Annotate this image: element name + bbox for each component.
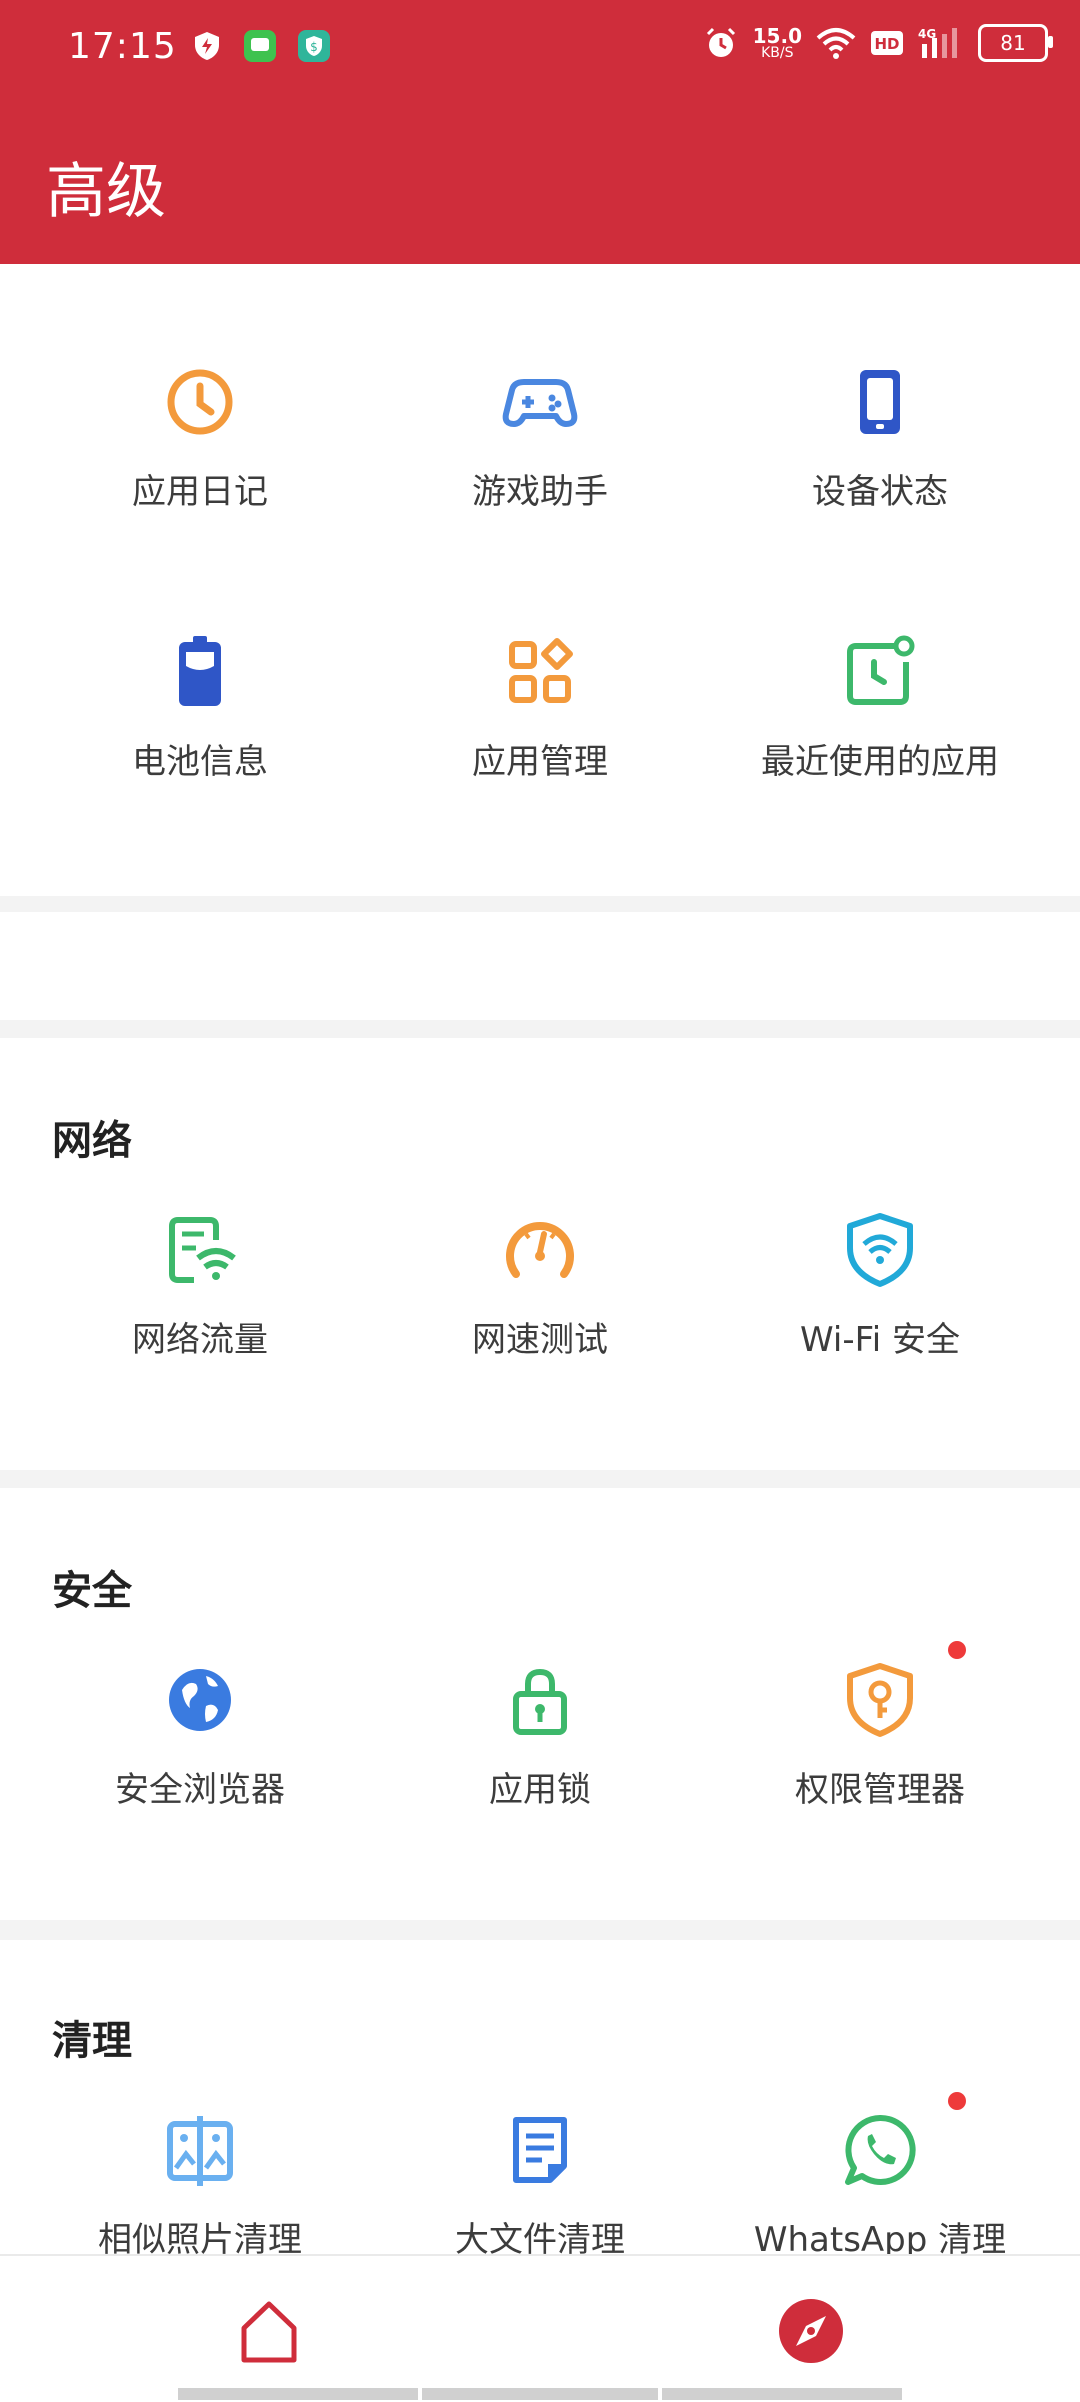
tool-label: 电池信息	[132, 742, 268, 782]
clock-icon	[167, 369, 233, 435]
hd-icon: HD	[871, 31, 903, 55]
browser-globe-icon	[169, 1669, 231, 1731]
app-header: 高级	[0, 98, 1080, 264]
tool-label: 游戏助手	[472, 472, 608, 512]
tool-label: 设备状态	[812, 472, 948, 512]
notification-dot	[948, 1641, 966, 1659]
svg-text:$: $	[310, 40, 318, 54]
discover-nav-icon[interactable]	[776, 2296, 846, 2366]
phone-icon	[860, 370, 900, 434]
speedometer-icon	[506, 1222, 574, 1278]
tool-similar-photos[interactable]: 相似照片清理	[20, 2110, 380, 2261]
data-usage-icon	[169, 1217, 236, 1283]
network-section: 网络 网络流量 网速测试 Wi-Fi 安全	[0, 1038, 1080, 1470]
signal-4g-icon: 4G	[918, 27, 957, 58]
bottom-navigation	[0, 2254, 1080, 2402]
battery-icon	[179, 636, 221, 706]
notification-icons: $	[190, 28, 332, 64]
network-speed: 15.0 KB/S	[752, 24, 802, 61]
shield-bolt-icon	[195, 32, 219, 60]
tool-label: 应用锁	[489, 1770, 591, 1810]
security-section: 安全 安全浏览器 应用锁 权限管理器	[0, 1488, 1080, 1920]
messages-icon	[244, 30, 276, 62]
tool-label: 网络流量	[132, 1320, 268, 1360]
tool-safe-browser[interactable]: 安全浏览器	[20, 1660, 380, 1811]
key-shield-icon	[847, 1663, 913, 1737]
svg-text:HD: HD	[874, 35, 899, 53]
tools-section: 应用日记 游戏助手 设备状态 电池信息 应用管理 最近使用的应用	[0, 264, 1080, 896]
home-nav-icon[interactable]	[234, 2296, 304, 2366]
status-time: 17:15	[68, 26, 177, 67]
whatsapp-icon	[845, 2114, 916, 2185]
wifi-shield-icon	[847, 1213, 913, 1287]
tool-large-files[interactable]: 大文件清理	[360, 2110, 720, 2261]
gesture-bar	[178, 2388, 418, 2400]
tool-label: 最近使用的应用	[761, 742, 999, 782]
tool-app-lock[interactable]: 应用锁	[360, 1660, 720, 1811]
gamepad-icon	[502, 379, 578, 427]
wifi-icon	[816, 28, 856, 59]
tool-game-assistant[interactable]: 游戏助手	[360, 362, 720, 513]
gesture-bar	[662, 2388, 902, 2400]
section-title-network: 网络	[52, 1118, 132, 1164]
tool-app-manager[interactable]: 应用管理	[360, 632, 720, 783]
tool-permission-manager[interactable]: 权限管理器	[700, 1660, 1060, 1811]
tool-label: 安全浏览器	[115, 1770, 285, 1810]
notification-dot	[948, 2092, 966, 2110]
lock-icon	[513, 1668, 567, 1735]
page-title: 高级	[46, 157, 166, 227]
tool-app-diary[interactable]: 应用日记	[20, 362, 380, 513]
tool-speed-test[interactable]: 网速测试	[360, 1210, 720, 1361]
tool-label: Wi-Fi 安全	[800, 1320, 960, 1360]
money-icon: $	[298, 30, 330, 62]
similar-photos-icon	[167, 2116, 233, 2186]
clean-section: 清理 相似照片清理 大文件清理 WhatsApp 清理	[0, 1940, 1080, 2260]
recent-clock-icon	[847, 635, 915, 705]
tool-wifi-security[interactable]: Wi-Fi 安全	[700, 1210, 1060, 1361]
section-title-clean: 清理	[52, 2018, 132, 2064]
blank-strip	[0, 912, 1080, 1020]
battery-indicator: 81	[978, 24, 1053, 62]
alarm-icon	[706, 27, 735, 57]
tool-data-usage[interactable]: 网络流量	[20, 1210, 380, 1361]
tool-whatsapp-clean[interactable]: WhatsApp 清理	[700, 2110, 1060, 2261]
tool-label: 权限管理器	[795, 1770, 965, 1810]
status-bar: 17:15 $ 15.0 KB/S HD 4G 81	[0, 0, 1080, 98]
tool-device-status[interactable]: 设备状态	[700, 362, 1060, 513]
gesture-bar	[422, 2388, 658, 2400]
tool-label: 应用管理	[472, 742, 608, 782]
tool-label: 应用日记	[132, 472, 268, 512]
section-title-security: 安全	[52, 1568, 132, 1614]
system-icons: 15.0 KB/S HD 4G 81	[703, 24, 1053, 62]
apps-grid-icon	[509, 638, 573, 703]
tool-battery-info[interactable]: 电池信息	[20, 632, 380, 783]
tool-recent-apps[interactable]: 最近使用的应用	[700, 632, 1060, 783]
tool-label: 网速测试	[472, 1320, 608, 1360]
large-file-icon	[513, 2117, 567, 2183]
